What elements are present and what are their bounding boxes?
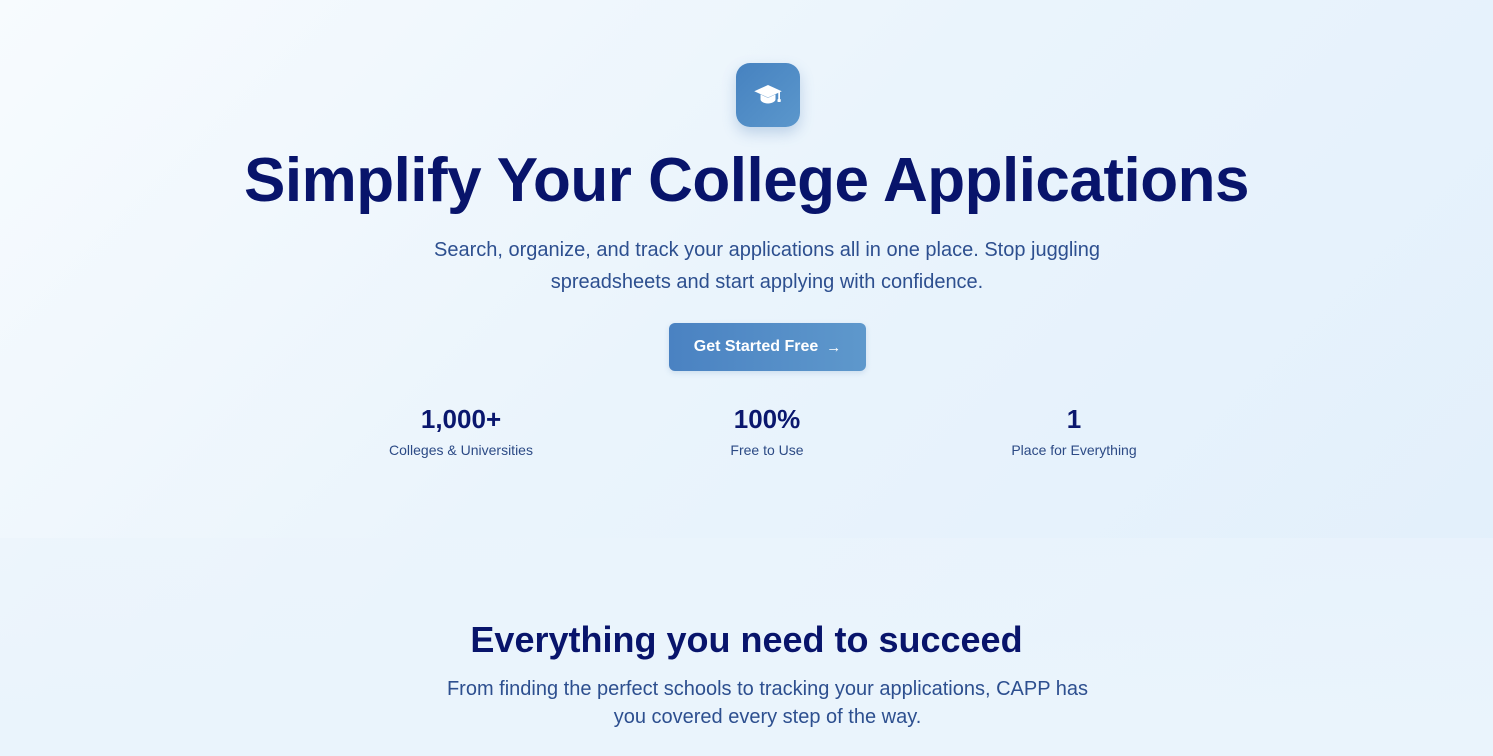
stat-label: Free to Use — [730, 442, 804, 458]
stat-colleges: 1,000+ Colleges & Universities — [341, 402, 581, 460]
stat-place: 1 Place for Everything — [954, 402, 1194, 460]
features-section: Everything you need to succeed From find… — [0, 538, 1493, 756]
features-title: Everything you need to succeed — [470, 619, 1023, 660]
hero-section: Simplify Your College Applications Searc… — [0, 0, 1493, 538]
app-logo — [736, 63, 800, 127]
hero-subtitle: Search, organize, and track your applica… — [434, 239, 1100, 293]
features-subtitle: From finding the perfect schools to trac… — [446, 678, 1089, 728]
hero-title: Simplify Your College Applications — [243, 146, 1250, 215]
arrow-right-icon: → — [826, 338, 842, 356]
get-started-button[interactable]: Get Started Free → — [669, 323, 866, 371]
stat-value: 100% — [733, 404, 801, 434]
graduation-cap-icon — [754, 85, 782, 104]
get-started-label: Get Started Free — [693, 338, 819, 355]
stat-label: Colleges & Universities — [389, 442, 533, 458]
stat-free: 100% Free to Use — [647, 402, 887, 460]
stat-value: 1 — [1066, 404, 1082, 434]
stat-value: 1,000+ — [420, 404, 502, 434]
stat-label: Place for Everything — [1011, 442, 1137, 458]
